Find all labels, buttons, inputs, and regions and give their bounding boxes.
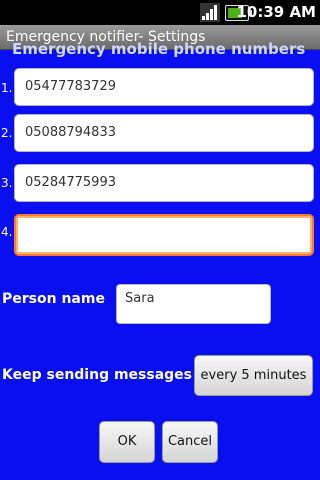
status-time: 10:39 AM <box>236 3 316 21</box>
section-header: Emergency mobile phone numbers <box>12 40 306 58</box>
phone-index-2: 2. <box>1 126 13 140</box>
interval-select-button[interactable]: every 5 minutes <box>194 355 313 396</box>
section-header-container: Emergency mobile phone numbers <box>0 40 320 58</box>
ok-button[interactable]: OK <box>99 421 155 463</box>
phone-field-3[interactable]: 05284775993 <box>14 164 314 202</box>
person-name-field[interactable]: Sara <box>116 284 271 324</box>
phone-index-1: 1. <box>1 81 13 95</box>
cancel-button[interactable]: Cancel <box>162 421 218 463</box>
phone-field-1[interactable]: 05477783729 <box>14 68 314 106</box>
phone-field-4[interactable] <box>14 214 314 256</box>
phone-index-3: 3. <box>1 176 13 190</box>
signal-icon <box>200 3 220 22</box>
keep-sending-label: Keep sending messages <box>2 367 193 383</box>
person-name-label: Person name <box>2 291 105 307</box>
status-bar: 10:39 AM <box>0 0 320 25</box>
phone-index-4: 4. <box>1 225 13 239</box>
phone-field-2[interactable]: 05088794833 <box>14 114 314 152</box>
